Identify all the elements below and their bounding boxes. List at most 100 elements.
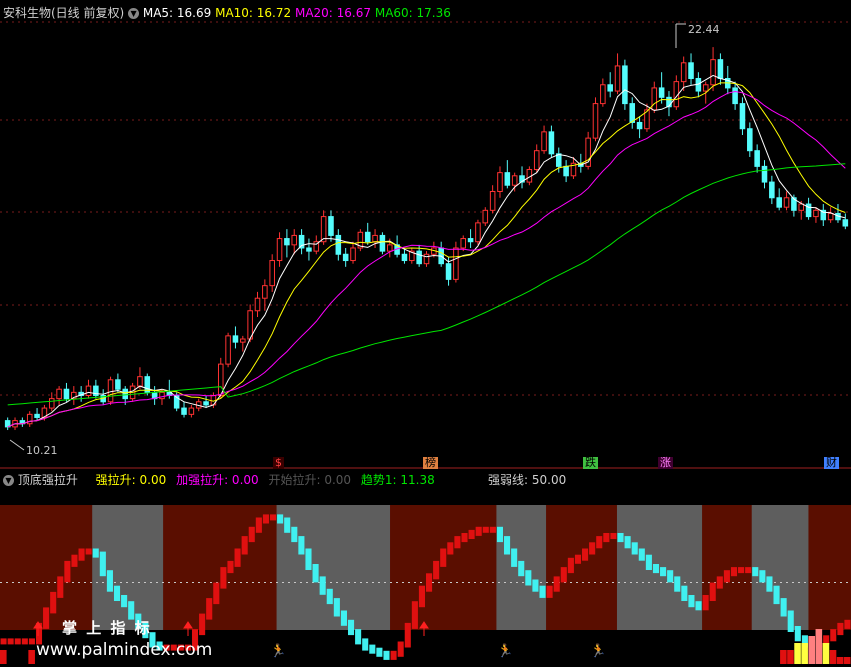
trend-block: [362, 638, 369, 651]
event-marker-rise[interactable]: 涨: [658, 457, 673, 469]
trend-block: [326, 588, 333, 605]
signal-bar: [843, 657, 851, 664]
candle-body: [320, 216, 327, 243]
signal-bar: [822, 643, 830, 664]
regime-band: [666, 505, 675, 630]
regime-band: [354, 505, 363, 630]
regime-band: [7, 505, 15, 630]
trend-label: 趋势1: 11.38: [360, 473, 435, 487]
trend-block: [383, 650, 390, 660]
event-marker-finance[interactable]: 财: [824, 457, 839, 469]
trend-block: [773, 585, 780, 605]
regime-band: [177, 505, 185, 630]
trend-block: [631, 542, 638, 555]
regime-band: [446, 505, 455, 630]
trend-block: [0, 638, 7, 645]
event-marker-dollar[interactable]: $: [273, 457, 284, 469]
signal-bar: [815, 629, 823, 664]
trend-block: [433, 560, 440, 580]
trend-block: [794, 626, 801, 642]
regime-band: [170, 505, 178, 630]
kline-chart[interactable]: 🏃 🏃 🏃: [0, 0, 851, 667]
trend-block: [667, 570, 674, 583]
candle-body: [342, 253, 349, 262]
candle-body: [541, 131, 547, 152]
trend-block: [617, 533, 624, 543]
candle-body: [475, 222, 481, 243]
signal-bar: [801, 643, 808, 664]
candle-body: [379, 234, 386, 252]
regime-band: [0, 505, 8, 630]
trend-block: [638, 548, 645, 561]
candle-body: [225, 335, 231, 365]
regime-band: [460, 505, 469, 630]
regime-band: [212, 505, 221, 630]
trend-block: [723, 570, 730, 583]
regime-band: [694, 505, 703, 630]
trend-block: [7, 638, 14, 645]
trend-block: [716, 576, 723, 589]
regime-band: [822, 505, 831, 630]
regime-band: [815, 505, 824, 630]
trend-block: [57, 576, 64, 598]
candle-body: [629, 103, 636, 123]
trend-block: [532, 579, 539, 592]
trend-block: [496, 526, 504, 543]
trend-block: [539, 585, 546, 598]
candle-body: [85, 385, 92, 397]
jqls-label: 加强拉升: 0.00: [176, 473, 259, 487]
trend-block: [652, 564, 660, 574]
trend-block: [546, 585, 553, 598]
regime-band: [609, 505, 618, 630]
candle-body: [423, 253, 430, 265]
regime-band: [156, 505, 164, 630]
regime-band: [602, 505, 611, 630]
chevron-down-icon[interactable]: ▼: [3, 475, 14, 486]
trend-block: [766, 576, 773, 592]
candle-body: [48, 398, 55, 409]
regime-band: [269, 505, 278, 630]
trend-block: [837, 622, 844, 636]
candle-body: [658, 87, 665, 98]
regime-band: [801, 505, 810, 630]
chevron-down-icon[interactable]: ▼: [128, 8, 140, 19]
trend-block: [284, 517, 291, 533]
trend-block: [43, 607, 50, 629]
trend-block: [752, 567, 759, 577]
candle-body: [563, 165, 569, 177]
event-marker-fall[interactable]: 跌: [583, 457, 598, 469]
candle-body: [276, 238, 283, 262]
regime-band: [468, 505, 476, 630]
signal-bar: [808, 636, 816, 664]
trend-block: [418, 585, 425, 608]
regime-band: [524, 505, 533, 630]
trend-block: [28, 638, 35, 645]
candle-body: [232, 335, 239, 343]
trend-block: [199, 613, 206, 636]
candle-body: [533, 150, 540, 171]
trend-block: [525, 570, 532, 586]
candle-body: [401, 253, 408, 262]
trend-block: [319, 576, 326, 595]
trend-block: [92, 548, 99, 558]
candle-body: [761, 165, 768, 183]
regime-band: [836, 505, 845, 630]
candle-body: [269, 260, 275, 287]
trend-block: [574, 554, 582, 564]
regime-band: [808, 505, 817, 630]
candle-body: [600, 84, 606, 105]
regime-band: [723, 505, 732, 630]
signal-bar: [829, 650, 837, 664]
regime-band: [234, 505, 242, 630]
regime-band: [106, 505, 115, 630]
event-marker-rank[interactable]: 榜: [423, 457, 438, 469]
trend-block: [624, 536, 631, 549]
candle-body: [416, 250, 422, 265]
regime-band: [92, 505, 100, 630]
stock-name: 安科生物(日线 前复权): [3, 6, 125, 20]
candle-body: [181, 407, 187, 415]
trend-block: [454, 536, 461, 549]
candle-body: [548, 131, 555, 155]
regime-band: [35, 505, 44, 630]
regime-band: [248, 505, 256, 630]
